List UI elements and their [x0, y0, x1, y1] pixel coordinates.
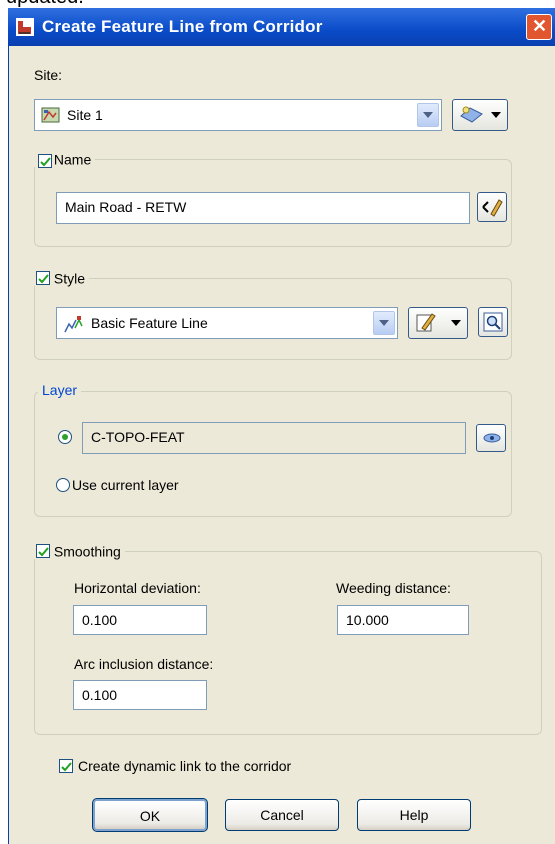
horizontal-deviation-label: Horizontal deviation:	[74, 580, 201, 596]
site-label: Site:	[34, 67, 63, 83]
name-template-button[interactable]	[477, 192, 507, 222]
site-dropdown[interactable]: Site 1	[34, 99, 442, 131]
site-icon	[41, 106, 61, 124]
weeding-distance-input[interactable]: 10.000	[337, 605, 469, 635]
layer-select-button[interactable]	[476, 424, 506, 452]
dynamic-link-label: Create dynamic link to the corridor	[78, 758, 292, 774]
edit-style-icon	[414, 312, 438, 337]
feature-line-style-icon	[63, 314, 83, 334]
smoothing-legend: Smoothing	[32, 542, 125, 560]
dialog-title: Create Feature Line from Corridor	[42, 17, 323, 36]
ok-button[interactable]: OK	[92, 798, 208, 832]
style-dropdown[interactable]: Basic Feature Line	[56, 307, 398, 339]
chevron-down-icon[interactable]	[417, 103, 439, 127]
name-checkbox[interactable]	[38, 154, 52, 169]
smoothing-checkbox[interactable]	[36, 544, 50, 559]
site-value: Site 1	[67, 107, 103, 123]
layer-icon	[482, 429, 502, 450]
help-button[interactable]: Help	[357, 799, 471, 831]
style-edit-button[interactable]	[408, 307, 468, 339]
cancel-button[interactable]: Cancel	[225, 799, 339, 831]
cropped-header-text: updated.	[0, 0, 555, 8]
name-legend: Name	[32, 150, 96, 169]
create-site-icon	[458, 104, 486, 126]
edit-name-icon	[481, 196, 503, 221]
layer-group	[34, 391, 512, 517]
layer-current-radio[interactable]	[56, 478, 70, 492]
magnifier-icon	[483, 312, 503, 335]
arc-inclusion-input[interactable]: 0.100	[73, 680, 207, 710]
layer-specific-radio[interactable]	[58, 430, 72, 444]
dialog-titlebar[interactable]: Create Feature Line from Corridor ✕	[8, 8, 555, 46]
chevron-down-icon	[451, 320, 461, 326]
close-button[interactable]: ✕	[526, 14, 552, 40]
arc-inclusion-label: Arc inclusion distance:	[74, 656, 214, 672]
horizontal-deviation-input[interactable]: 0.100	[73, 605, 207, 635]
style-preview-button[interactable]	[478, 307, 508, 337]
site-pick-button[interactable]	[452, 99, 508, 131]
layer-name-field: C-TOPO-FEAT	[82, 422, 466, 454]
close-icon: ✕	[532, 16, 548, 36]
dynamic-link-checkbox[interactable]	[59, 759, 73, 773]
style-legend: Style	[32, 269, 90, 287]
chevron-down-icon[interactable]	[373, 311, 395, 335]
weeding-distance-label: Weeding distance:	[336, 580, 451, 596]
chevron-down-icon	[491, 112, 501, 118]
civil3d-app-icon	[14, 16, 36, 38]
cropped-header-label: updated.	[6, 0, 84, 8]
name-label: Name	[53, 151, 92, 168]
layer-current-label: Use current layer	[72, 477, 179, 493]
name-input[interactable]: Main Road - RETW	[56, 192, 470, 224]
smoothing-label: Smoothing	[53, 543, 121, 560]
style-label: Style	[53, 270, 86, 287]
style-checkbox[interactable]	[36, 271, 50, 286]
layer-legend: Layer	[38, 382, 82, 398]
style-value: Basic Feature Line	[91, 315, 208, 331]
